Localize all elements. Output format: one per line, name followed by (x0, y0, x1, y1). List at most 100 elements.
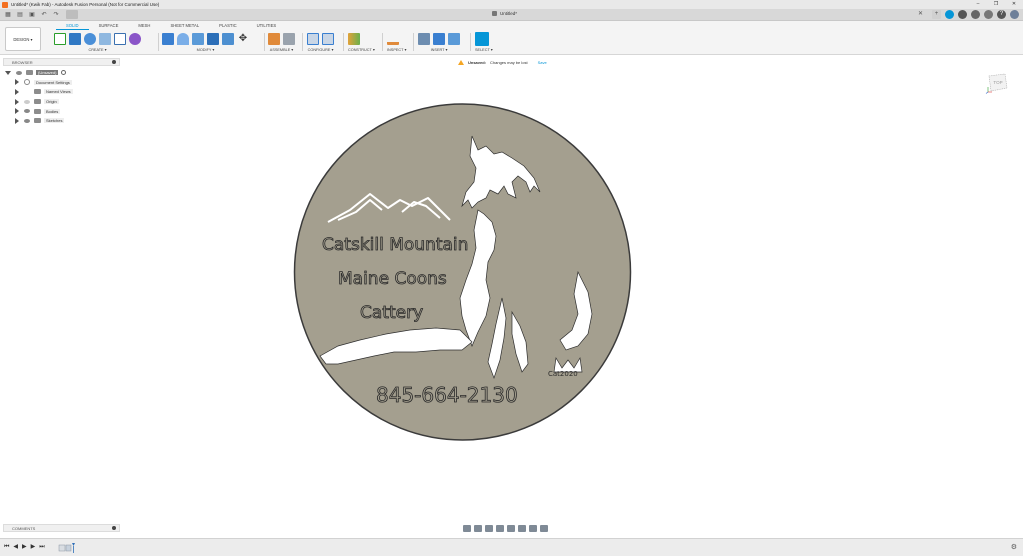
measure-icon[interactable] (387, 32, 399, 45)
save-link[interactable]: Save (538, 60, 547, 65)
unsaved-notice: Unsaved: Changes may be lost Save (458, 58, 547, 66)
configure-icon[interactable] (307, 32, 319, 45)
comments-panel-header[interactable]: COMMENTS (3, 524, 120, 532)
configuration-table-icon[interactable] (322, 32, 334, 45)
combine-icon[interactable] (222, 32, 234, 45)
display-settings-icon[interactable] (518, 525, 526, 532)
extrude-feature-icon[interactable] (65, 544, 72, 552)
timeline-marker-icon[interactable] (72, 543, 75, 546)
avatar[interactable] (1010, 10, 1019, 19)
viewports-icon[interactable] (540, 525, 548, 532)
eye-icon[interactable] (24, 109, 30, 114)
inspect-menu[interactable]: INSPECT ▾ (387, 47, 406, 52)
save-icon[interactable]: ▣ (28, 11, 36, 19)
insert-derive-icon[interactable] (418, 32, 430, 45)
model-viewport[interactable]: Catskill Mountain Maine Coons Cattery 84… (290, 102, 635, 447)
form-icon[interactable] (129, 32, 141, 45)
fillet-icon[interactable] (177, 32, 189, 45)
tree-item-bodies[interactable]: Bodies (15, 106, 73, 116)
close-window-button[interactable]: ✕ (1005, 0, 1023, 9)
collapse-arrow-icon[interactable] (5, 70, 11, 75)
joint-icon[interactable] (283, 32, 295, 45)
modify-group: ✥ MODIFY ▾ (162, 31, 249, 53)
tab-utilities[interactable]: UTILITIES (247, 23, 287, 30)
create-group: CREATE ▾ (54, 31, 141, 53)
expand-arrow-icon[interactable] (15, 88, 19, 95)
go-to-end-icon[interactable]: ⏭ (39, 544, 44, 551)
select-cursor-icon[interactable] (475, 31, 489, 46)
viewcube[interactable]: TOP (985, 70, 1009, 94)
pan-icon[interactable] (485, 525, 493, 532)
activate-icon[interactable] (61, 70, 67, 76)
press-pull-icon[interactable] (162, 32, 174, 45)
maximize-button[interactable]: ❐ (987, 0, 1005, 9)
minimize-button[interactable]: – (969, 0, 987, 9)
extrude-icon[interactable] (69, 32, 81, 45)
tree-root[interactable]: (Unsaved) (5, 68, 73, 78)
assemble-menu[interactable]: ASSEMBLE ▾ (268, 47, 295, 52)
help-icon[interactable]: ? (997, 10, 1006, 19)
file-menu-icon[interactable]: ▤ (16, 11, 24, 19)
undo-icon[interactable]: ↶ (40, 11, 48, 19)
create-sketch-icon[interactable] (54, 32, 66, 45)
insert-menu[interactable]: INSERT ▾ (418, 47, 460, 52)
select-menu[interactable]: SELECT ▾ (475, 47, 493, 52)
create-menu[interactable]: CREATE ▾ (54, 47, 141, 52)
grid-menu-icon[interactable]: ▦ (4, 11, 12, 19)
configure-menu[interactable]: CONFIGURE ▾ (307, 47, 334, 52)
notifications-icon[interactable] (971, 10, 980, 19)
tab-plastic[interactable]: PLASTIC (209, 23, 246, 30)
folder-icon (34, 108, 41, 114)
orbit-icon[interactable] (463, 525, 471, 532)
tab-solid[interactable]: SOLID (56, 23, 89, 30)
insert-canvas-icon[interactable] (448, 32, 460, 45)
tab-sheet-metal[interactable]: SHEET METAL (160, 23, 209, 30)
play-icon[interactable]: ▶ (22, 544, 27, 551)
close-tab-icon[interactable]: ✕ (918, 10, 923, 17)
new-tab-icon[interactable]: + (932, 10, 941, 19)
zoom-icon[interactable] (496, 525, 504, 532)
browser-panel-header[interactable]: BROWSER (3, 58, 120, 66)
step-forward-icon[interactable]: ▶ (31, 544, 36, 551)
move-icon[interactable]: ✥ (237, 33, 249, 45)
expand-arrow-icon[interactable] (15, 79, 19, 86)
tree-item-document-settings[interactable]: Document Settings (15, 78, 73, 88)
step-back-icon[interactable]: ◀ (13, 544, 18, 551)
fit-icon[interactable] (507, 525, 515, 532)
eye-icon[interactable] (24, 118, 30, 123)
tree-item-origin[interactable]: Origin (15, 97, 73, 107)
home-button[interactable] (66, 10, 78, 19)
go-to-start-icon[interactable]: ⏮ (4, 544, 9, 551)
hole-icon[interactable] (99, 32, 111, 45)
new-component-icon[interactable] (268, 32, 280, 45)
look-at-icon[interactable] (474, 525, 482, 532)
tab-surface[interactable]: SURFACE (89, 23, 129, 30)
timeline-settings-icon[interactable]: ⚙ (1011, 543, 1017, 551)
tab-mesh[interactable]: MESH (128, 23, 160, 30)
pattern-icon[interactable] (114, 32, 126, 45)
revolve-icon[interactable] (84, 32, 96, 45)
eye-icon[interactable] (16, 70, 22, 75)
bell-icon[interactable] (984, 10, 993, 19)
add-comment-icon[interactable] (112, 526, 116, 530)
workspace-switcher[interactable]: DESIGN ▾ (5, 27, 41, 51)
insert-text-icon[interactable] (433, 32, 445, 45)
construct-menu[interactable]: CONSTRUCT ▾ (348, 47, 375, 52)
extensions-icon[interactable] (945, 10, 954, 19)
expand-arrow-icon[interactable] (15, 117, 19, 124)
expand-arrow-icon[interactable] (15, 98, 19, 105)
redo-icon[interactable]: ↷ (52, 11, 60, 19)
shell-icon[interactable] (207, 32, 219, 45)
pin-icon[interactable] (112, 60, 116, 64)
grid-settings-icon[interactable] (529, 525, 537, 532)
document-tab[interactable]: Untitled* (492, 11, 517, 16)
job-status-icon[interactable] (958, 10, 967, 19)
sketch-feature-icon[interactable] (58, 544, 66, 552)
eye-hidden-icon[interactable] (24, 99, 30, 104)
offset-plane-icon[interactable] (348, 32, 360, 45)
tree-item-named-views[interactable]: Named Views (15, 87, 73, 97)
tree-item-sketches[interactable]: Sketches (15, 116, 73, 126)
modify-menu[interactable]: MODIFY ▾ (162, 47, 249, 52)
chamfer-icon[interactable] (192, 32, 204, 45)
expand-arrow-icon[interactable] (15, 108, 19, 115)
